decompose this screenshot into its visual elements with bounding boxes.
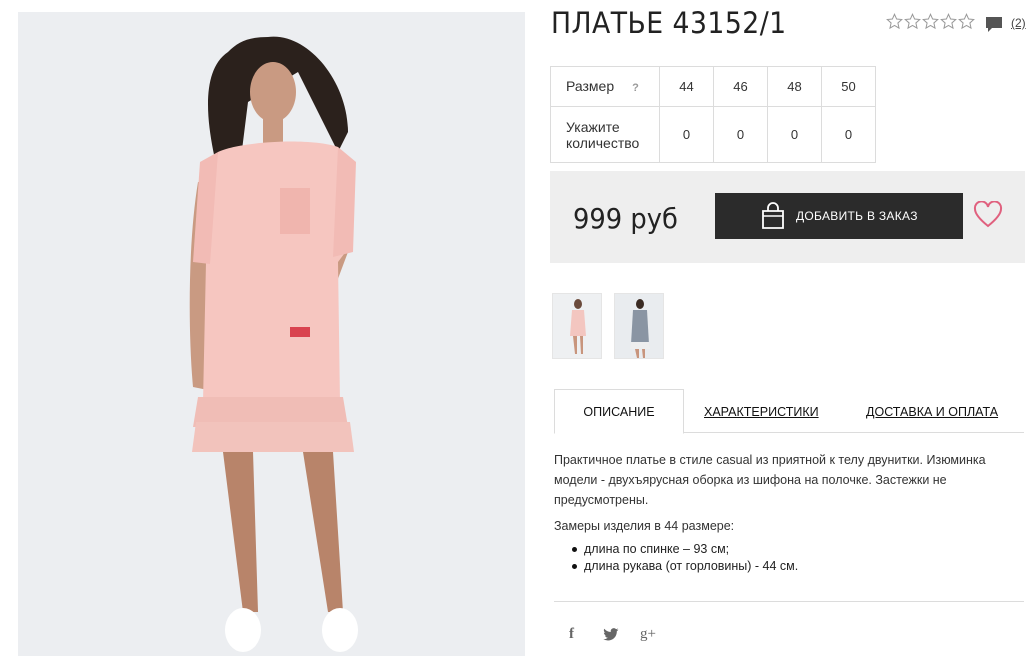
quantity-label-line2: количество (566, 134, 640, 151)
product-tabs: ОПИСАНИЕ ХАРАКТЕРИСТИКИ ДОСТАВКА И ОПЛАТ… (554, 389, 1024, 434)
tab-description[interactable]: ОПИСАНИЕ (554, 389, 684, 434)
measurements-title: Замеры изделия в 44 размере: (554, 519, 735, 533)
size-label: Размер (566, 77, 615, 94)
size-cell: 48 (767, 66, 822, 107)
size-cell: 46 (713, 66, 768, 107)
size-label-cell: Размер? (550, 66, 660, 107)
facebook-icon[interactable]: f (569, 626, 574, 643)
price-panel: 999 руб ДОБАВИТЬ В ЗАКАЗ (550, 171, 1025, 263)
tab-characteristics[interactable]: ХАРАКТЕРИСТИКИ (704, 389, 819, 434)
star-icon[interactable] (940, 13, 957, 30)
quantity-input[interactable]: 0 (821, 106, 876, 163)
star-icon[interactable] (886, 13, 903, 30)
quantity-input[interactable]: 0 (713, 106, 768, 163)
add-to-order-button[interactable]: ДОБАВИТЬ В ЗАКАЗ (715, 193, 963, 239)
shopping-bag-icon (762, 202, 784, 229)
quantity-label-line1: Укажите (566, 118, 620, 135)
google-plus-icon[interactable]: g+ (640, 626, 656, 643)
price: 999 руб (573, 202, 678, 235)
product-title: ПЛАТЬЕ 43152/1 (551, 6, 787, 40)
star-icon[interactable] (958, 13, 975, 30)
list-item: длина рукава (от горловины) - 44 см. (570, 558, 798, 575)
quantity-input[interactable]: 0 (767, 106, 822, 163)
rating-stars[interactable] (886, 13, 975, 30)
size-cell: 44 (659, 66, 714, 107)
size-cell: 50 (821, 66, 876, 107)
description-text: Практичное платье в стиле casual из прия… (554, 453, 986, 507)
comments-count-link[interactable]: (2) (1011, 16, 1026, 30)
thumbnail-image (553, 294, 601, 358)
thumbnail-image (615, 294, 663, 358)
help-icon[interactable]: ? (632, 80, 639, 96)
add-to-order-label: ДОБАВИТЬ В ЗАКАЗ (796, 209, 918, 223)
heart-icon[interactable] (973, 201, 1003, 229)
star-icon[interactable] (904, 13, 921, 30)
dress-photo-illustration (18, 12, 525, 656)
star-icon[interactable] (922, 13, 939, 30)
tab-delivery-payment[interactable]: ДОСТАВКА И ОПЛАТА (866, 389, 998, 434)
measurements-list: длина по спинке – 93 см; длина рукава (о… (570, 541, 798, 575)
divider (554, 601, 1024, 602)
size-quantity-table: Размер? 44 46 48 50 Укажите количество 0 … (550, 66, 876, 163)
thumbnail[interactable] (552, 293, 602, 359)
product-main-photo[interactable] (18, 12, 525, 656)
quantity-label-cell: Укажите количество (550, 106, 660, 163)
quantity-input[interactable]: 0 (659, 106, 714, 163)
thumbnail[interactable] (614, 293, 664, 359)
comment-icon[interactable] (985, 16, 1003, 33)
twitter-icon[interactable] (603, 628, 619, 641)
list-item: длина по спинке – 93 см; (570, 541, 798, 558)
